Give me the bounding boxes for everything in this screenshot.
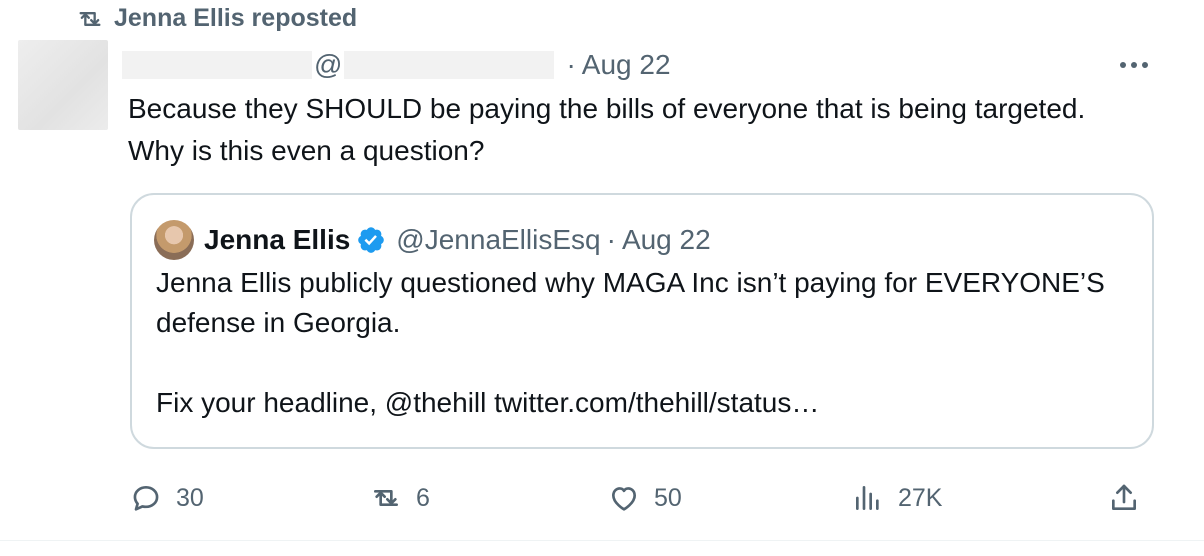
tweet-header: @ · Aug 22 <box>122 46 671 84</box>
quoted-tweet-text: Jenna Ellis publicly questioned why MAGA… <box>156 263 1116 423</box>
verified-badge-icon <box>358 227 385 253</box>
like-count: 50 <box>654 483 682 512</box>
repost-icon <box>374 490 398 506</box>
tweet-text: Because they SHOULD be paying the bills … <box>128 93 1086 166</box>
reply-button[interactable]: 30 <box>130 476 204 520</box>
quoted-author-handle[interactable]: @JennaEllisEsq <box>396 224 600 256</box>
tweet-date[interactable]: Aug 22 <box>582 49 671 81</box>
repost-label: Jenna Ellis reposted <box>114 4 358 32</box>
repost-button[interactable]: 6 <box>370 476 430 520</box>
divider <box>0 540 1204 541</box>
quoted-header-separator: · <box>606 224 616 255</box>
avatar[interactable] <box>18 40 108 130</box>
like-button[interactable]: 50 <box>608 476 682 520</box>
quoted-tweet-header: Jenna Ellis @JennaEllisEsq · Aug 22 <box>154 219 711 261</box>
reply-count: 30 <box>176 483 204 512</box>
tweet-actions: 30 6 50 27K <box>130 476 1150 520</box>
quoted-tweet-paragraph: Jenna Ellis publicly questioned why MAGA… <box>156 267 1105 338</box>
quoted-tweet-date[interactable]: Aug 22 <box>622 224 711 256</box>
quoted-author-avatar[interactable] <box>154 220 194 260</box>
views-chart-icon <box>856 486 879 510</box>
share-icon <box>1112 484 1136 510</box>
quoted-tweet-paragraph: Fix your headline, @thehill twitter.com/… <box>156 387 820 418</box>
quoted-tweet[interactable]: Jenna Ellis @JennaEllisEsq · Aug 22 Jenn… <box>130 193 1154 449</box>
views-button[interactable]: 27K <box>852 476 942 520</box>
share-button[interactable] <box>1108 476 1140 520</box>
quoted-author-name[interactable]: Jenna Ellis <box>204 224 350 256</box>
header-separator: · <box>566 49 576 80</box>
repost-banner[interactable]: Jenna Ellis reposted <box>76 4 357 33</box>
redacted-author-name[interactable] <box>122 51 312 79</box>
repost-count: 6 <box>416 483 430 512</box>
repost-icon <box>79 11 101 26</box>
reply-icon <box>133 486 159 511</box>
handle-prefix: @ <box>314 49 343 80</box>
more-dot <box>1120 62 1126 68</box>
redacted-author-handle[interactable] <box>344 51 555 79</box>
more-options-icon[interactable] <box>1112 52 1156 78</box>
views-count: 27K <box>898 483 943 512</box>
more-dot <box>1142 62 1148 68</box>
more-dot <box>1131 62 1137 68</box>
heart-icon <box>612 487 636 511</box>
